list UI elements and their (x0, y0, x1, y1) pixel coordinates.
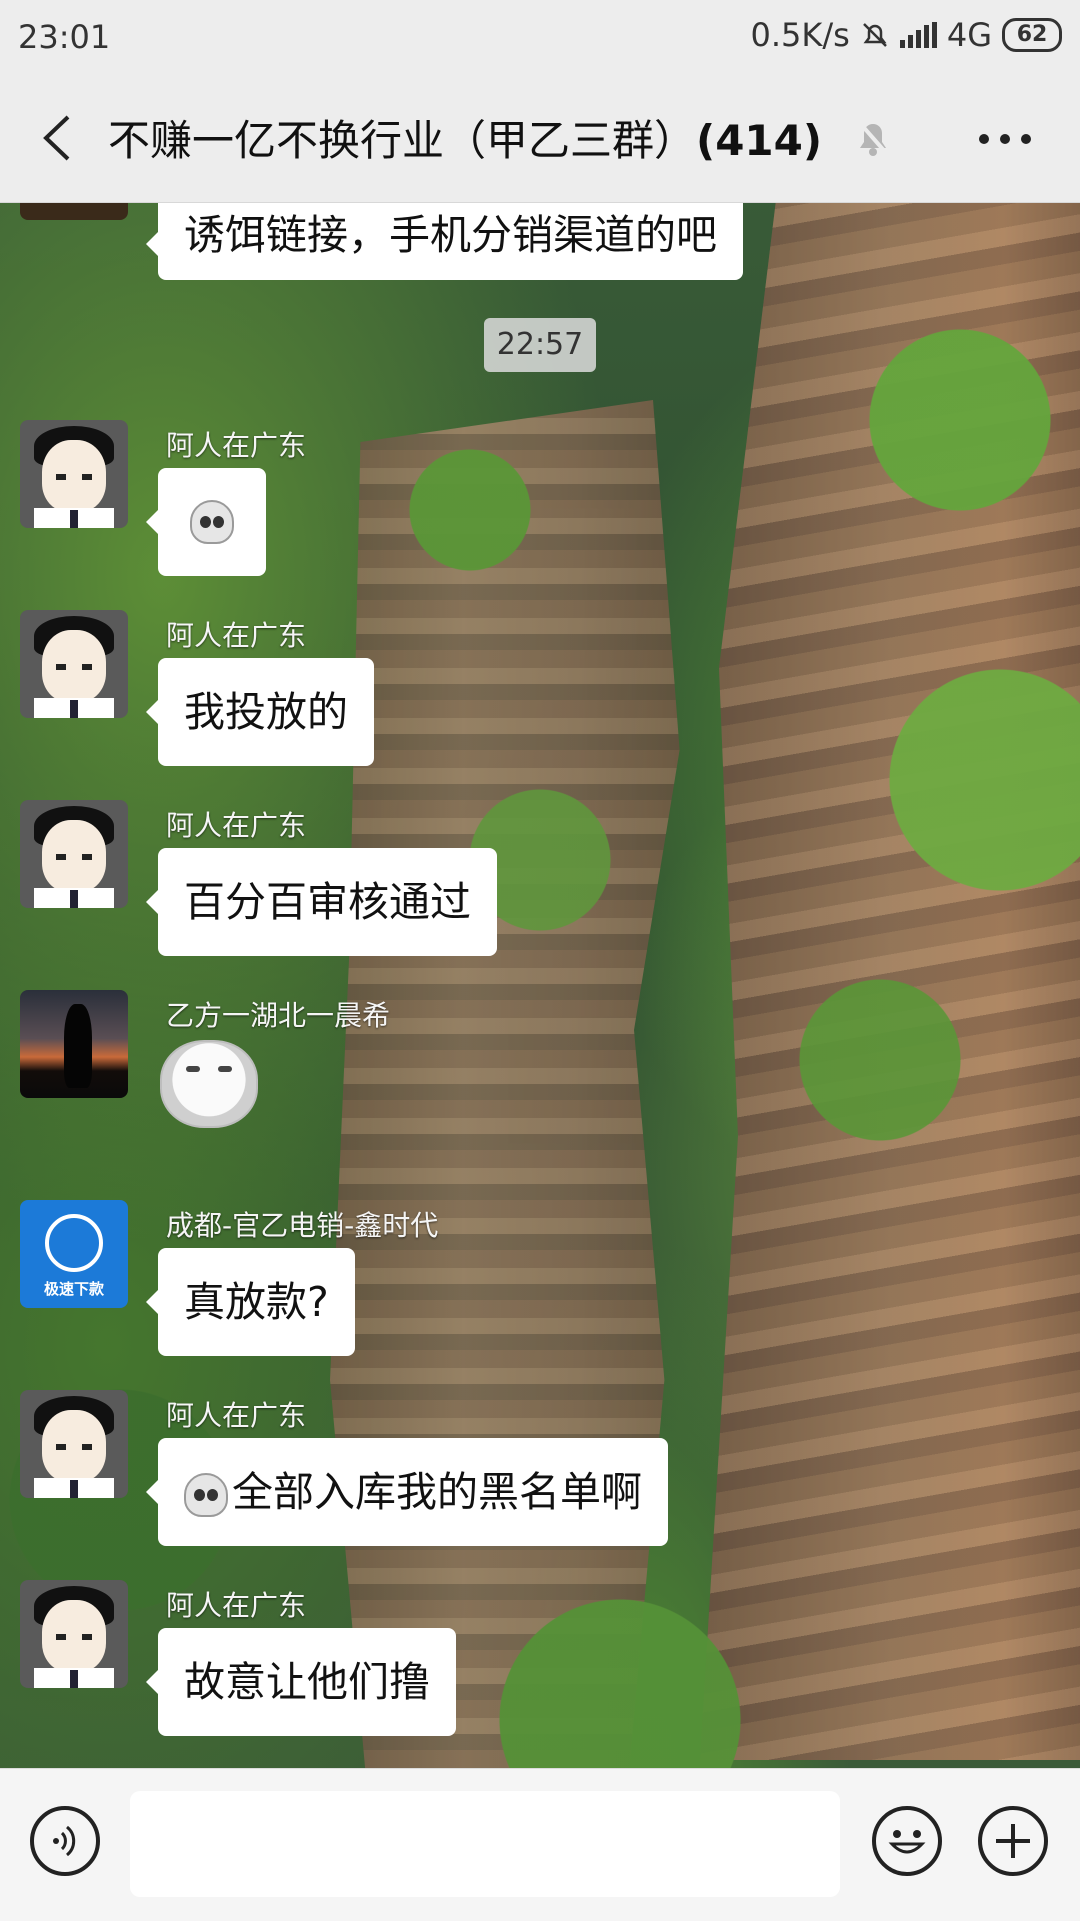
sender-name: 阿人在广东 (166, 429, 307, 462)
sender-name: 乙方一湖北一晨希 (166, 999, 391, 1032)
sender-name: 阿人在广东 (166, 809, 307, 842)
sticker-image[interactable] (160, 1040, 258, 1128)
net-speed: 0.5K/s (750, 16, 850, 54)
signal-icon (899, 22, 937, 48)
avatar[interactable] (20, 800, 128, 908)
network-type: 4G (946, 16, 992, 54)
skull-emoji-icon (184, 1473, 228, 1517)
sender-name: 阿人在广东 (166, 1589, 307, 1622)
message-bubble[interactable]: 我投放的 (146, 658, 374, 766)
plus-icon[interactable] (978, 1806, 1048, 1876)
bell-off-icon (862, 23, 887, 47)
message-bubble[interactable]: 百分百审核通过 (146, 848, 497, 956)
group-name: 不赚一亿不换行业（甲乙三群） (108, 116, 697, 165)
status-time: 23:01 (18, 18, 111, 56)
message-bubble[interactable] (146, 468, 266, 576)
avatar[interactable] (20, 610, 128, 718)
status-bar: 23:01 0.5K/s 4G 62 (0, 0, 1080, 75)
member-count: (414) (696, 116, 823, 165)
avatar[interactable]: 极速下款 (20, 1200, 128, 1308)
back-icon[interactable] (38, 113, 78, 163)
skull-emoji-icon (190, 500, 234, 544)
avatar[interactable] (20, 1390, 128, 1498)
avatar[interactable] (20, 990, 128, 1098)
time-separator: 22:57 (484, 318, 596, 372)
message-text: 全部入库我的黑名单啊 (232, 1468, 642, 1516)
message-bubble[interactable]: 全部入库我的黑名单啊 (146, 1438, 668, 1546)
message-bubble[interactable]: 真放款? (146, 1248, 355, 1356)
avatar[interactable] (20, 1580, 128, 1688)
voice-icon[interactable] (30, 1806, 100, 1876)
chat-title: 不赚一亿不换行业（甲乙三群）(414) (108, 107, 822, 168)
message-bubble[interactable]: 故意让他们撸 (146, 1628, 456, 1736)
message-input[interactable] (130, 1791, 840, 1897)
sender-name: 成都-官乙电销-鑫时代 (166, 1209, 439, 1242)
status-indicators: 0.5K/s 4G 62 (751, 16, 1062, 54)
battery-icon: 62 (1002, 18, 1062, 52)
mute-bell-icon (857, 120, 889, 156)
input-bar (0, 1768, 1080, 1921)
sender-name: 阿人在广东 (166, 619, 307, 652)
sender-name: 阿人在广东 (166, 1399, 307, 1432)
emoji-icon[interactable] (872, 1806, 942, 1876)
message-bubble[interactable]: 诱饵链接，手机分销渠道的吧 (146, 190, 743, 280)
avatar[interactable] (20, 420, 128, 528)
more-icon[interactable] (978, 133, 1032, 145)
chat-header-overlay: 不赚一亿不换行业（甲乙三群）(414) (0, 75, 1080, 202)
